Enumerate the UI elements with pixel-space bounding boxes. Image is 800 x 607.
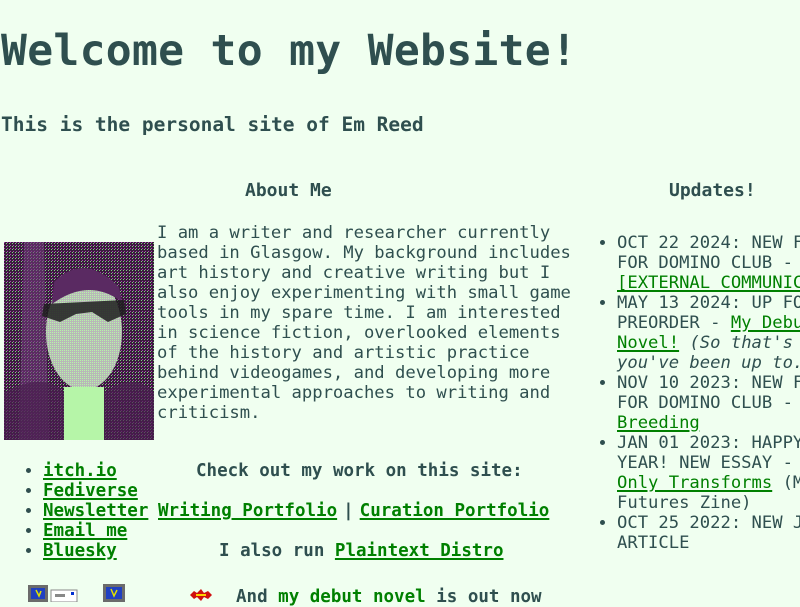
about-heading: About Me (245, 180, 332, 201)
email-link[interactable]: Email me (43, 521, 127, 541)
update-item: OCT 25 2022: NEW JOURNAL ARTICLE (617, 513, 800, 553)
social-link-item: Email me (43, 521, 148, 541)
newsletter-link[interactable]: Newsletter (43, 501, 148, 521)
about-bio: I am a writer and researcher currently b… (157, 223, 571, 423)
portrait-image (4, 242, 154, 440)
update-item: OCT 22 2024: NEW FICTION FOR DOMINO CLUB… (617, 233, 800, 293)
itch-io-link[interactable]: itch.io (43, 461, 117, 481)
social-link-item: Fediverse (43, 481, 148, 501)
debut-novel-link[interactable]: my debut novel (278, 587, 426, 607)
novel-row: And my debut novel is out now (236, 587, 542, 607)
checkout-text: Check out my work on this site: (196, 461, 523, 481)
portfolio-links: Writing Portfolio | Curation Portfolio (158, 501, 549, 521)
fediverse-link[interactable]: Fediverse (43, 481, 138, 501)
social-link-item: Newsletter (43, 501, 148, 521)
plaintext-distro-link[interactable]: Plaintext Distro (335, 541, 504, 561)
page-subtitle: This is the personal site of Em Reed (1, 113, 424, 136)
updates-panel: OCT 22 2024: NEW FICTION FOR DOMINO CLUB… (580, 225, 800, 600)
bluesky-link[interactable]: Bluesky (43, 541, 117, 561)
update-text: OCT 22 2024: NEW FICTION FOR DOMINO CLUB… (617, 233, 800, 273)
update-item: JAN 01 2023: HAPPY NEW YEAR! NEW ESSAY -… (617, 433, 800, 513)
update-link[interactable]: [EXTERNAL COMMUNICATION] (617, 273, 800, 293)
computer-mail-icon[interactable] (27, 582, 79, 606)
updates-list: OCT 22 2024: NEW FICTION FOR DOMINO CLUB… (594, 233, 800, 553)
update-after-text (679, 333, 689, 353)
link-separator: | (343, 501, 354, 521)
writing-portfolio-link[interactable]: Writing Portfolio (158, 501, 337, 521)
also-run-text: I also run (219, 541, 335, 561)
novel-prefix: And (236, 587, 279, 607)
computer-icon[interactable] (102, 582, 128, 606)
social-links-list: itch.io Fediverse Newsletter Email me Bl… (0, 461, 148, 561)
curation-portfolio-link[interactable]: Curation Portfolio (360, 501, 550, 521)
social-link-item: itch.io (43, 461, 148, 481)
distro-row: I also run Plaintext Distro (219, 541, 503, 561)
update-text: OCT 25 2022: NEW JOURNAL ARTICLE (617, 513, 800, 553)
social-link-item: Bluesky (43, 541, 148, 561)
page-title: Welcome to my Website! (1, 26, 578, 76)
update-item: MAY 13 2024: UP FOR PREORDER - My Debut … (617, 293, 800, 373)
update-item: NOV 10 2023: NEW FICTION FOR DOMINO CLUB… (617, 373, 800, 433)
novel-suffix: is out now (425, 587, 542, 607)
updates-heading: Updates! (669, 180, 756, 201)
update-text: NOV 10 2023: NEW FICTION FOR DOMINO CLUB… (617, 373, 800, 413)
update-text: JAN 01 2023: HAPPY NEW YEAR! NEW ESSAY - (617, 433, 800, 473)
new-burst-icon (190, 586, 212, 605)
